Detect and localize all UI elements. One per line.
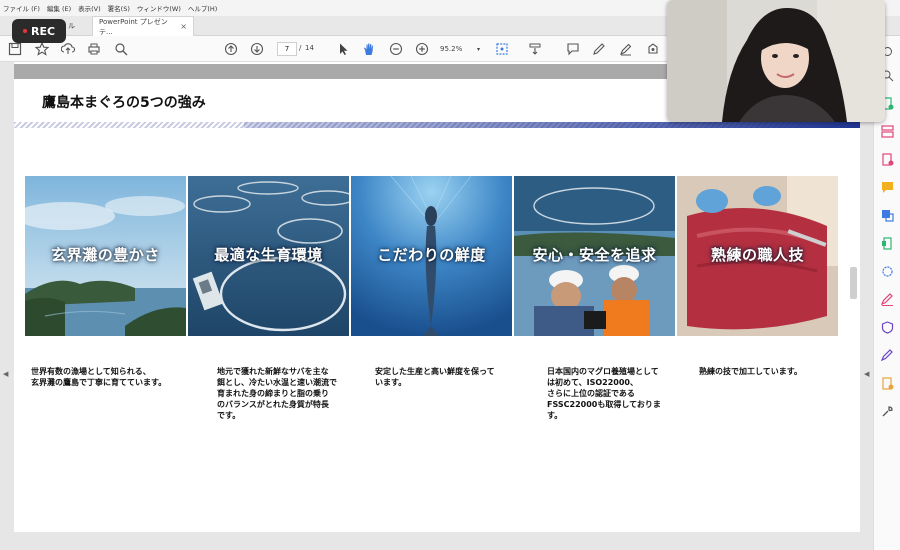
desc-line: 地元で獲れた新鮮なサバを主な — [217, 367, 329, 376]
panel-description-5: 熟練の技で加工しています。 — [699, 366, 839, 377]
menu-edit[interactable]: 編集 (E) — [47, 3, 71, 13]
page-separator: / — [299, 44, 302, 52]
menu-window[interactable]: ウィンドウ(W) — [137, 3, 181, 13]
tab-home-label: ル — [68, 22, 75, 30]
recording-badge: REC — [12, 19, 66, 43]
photo-workers: 安心・安全を追求 — [514, 176, 675, 336]
menu-sign[interactable]: 署名(S) — [108, 3, 130, 13]
desc-line: す。 — [547, 411, 563, 420]
select-cursor-icon[interactable] — [334, 40, 352, 58]
comment-tool-icon[interactable] — [880, 180, 895, 195]
photo-tuna-cutting: 熟練の職人技 — [677, 176, 838, 336]
zoom-out-icon[interactable] — [387, 40, 405, 58]
slide-title: 鷹島本まぐろの5つの強み — [42, 95, 206, 111]
panel-description-1: 世界有数の漁場として知られる、 玄界灘の鷹島で丁寧に育てています。 — [31, 366, 189, 388]
desc-line: 玄界灘の鷹島で丁寧に育てています。 — [31, 378, 167, 387]
page-fit-icon[interactable] — [493, 40, 511, 58]
panel-caption: 安心・安全を追求 — [532, 246, 657, 264]
menu-help[interactable]: ヘルプ(H) — [188, 3, 217, 13]
scan-icon[interactable] — [880, 264, 895, 279]
title-underline-accent — [244, 122, 860, 128]
recording-dot-icon — [22, 29, 27, 33]
desc-line: 育まれた身の締まりと脂の乗り — [217, 389, 329, 398]
photo-genkainada: 玄界灘の豊かさ — [25, 176, 186, 336]
desc-line: は初めて、ISO22000、 — [547, 378, 638, 387]
desc-line: 世界有数の漁場として知られる、 — [31, 367, 151, 376]
zoom-level-value: 95.2% — [440, 45, 463, 53]
desc-line: 餌とし、冷たい水温と速い潮流で — [217, 378, 337, 387]
desc-line: さらに上位の認証である — [547, 389, 635, 398]
panel-description-4: 日本国内のマグロ養殖場として は初めて、ISO22000、 さらに上位の認証であ… — [547, 366, 682, 421]
webcam-overlay — [667, 0, 885, 122]
photo-fish-pens: 最適な生育環境 — [188, 176, 349, 336]
scroll-mode-icon[interactable] — [526, 40, 544, 58]
desc-line: 安定した生産と高い鮮度を保って — [375, 367, 495, 376]
desc-line: 熟練の技で加工しています。 — [699, 367, 802, 376]
fill-sign-icon[interactable] — [880, 292, 895, 307]
search-icon[interactable] — [112, 40, 130, 58]
collapse-left-panel-icon[interactable]: ◀ — [3, 370, 8, 378]
menu-view[interactable]: 表示(V) — [78, 3, 101, 13]
collapse-right-panel-icon[interactable]: ◀ — [864, 370, 869, 378]
panel-description-3: 安定した生産と高い鮮度を保って います。 — [375, 366, 515, 388]
photo-underwater: こだわりの鮮度 — [351, 176, 512, 336]
tab-document[interactable]: PowerPoint プレゼンテ... × — [92, 16, 194, 36]
print-icon[interactable] — [85, 40, 103, 58]
certificate-icon[interactable] — [880, 348, 895, 363]
protect-icon[interactable] — [880, 320, 895, 335]
zoom-level-select[interactable]: 95.2% ▾ — [440, 42, 480, 56]
menu-file[interactable]: ファイル (F) — [3, 3, 40, 13]
panel-caption: こだわりの鮮度 — [377, 246, 486, 264]
panel-caption: 熟練の職人技 — [710, 246, 804, 264]
document-viewport[interactable]: 鷹島本まぐろの5つの強み 玄界灘の豊かさ 最適な生育環境 こだわりの鮮度 安心・… — [0, 62, 873, 550]
slide-page: 鷹島本まぐろの5つの強み 玄界灘の豊かさ 最適な生育環境 こだわりの鮮度 安心・… — [14, 62, 860, 532]
chevron-down-icon: ▾ — [476, 45, 480, 53]
desc-line: です。 — [217, 411, 241, 420]
stamp-tool-icon[interactable] — [880, 376, 895, 391]
zoom-in-icon[interactable] — [413, 40, 431, 58]
export-pdf-icon[interactable] — [880, 152, 895, 167]
page-total: 14 — [305, 44, 314, 52]
compress-icon[interactable] — [880, 236, 895, 251]
comment-icon[interactable] — [564, 40, 582, 58]
hand-tool-icon[interactable] — [360, 40, 378, 58]
more-tools-icon[interactable] — [880, 404, 895, 419]
desc-line: FSSC22000も取得しておりま — [547, 400, 661, 409]
panel-caption: 玄界灘の豊かさ — [51, 246, 160, 264]
sign-icon[interactable] — [617, 40, 635, 58]
page-up-icon[interactable] — [222, 40, 240, 58]
panel-caption: 最適な生育環境 — [214, 246, 323, 264]
desc-line: のバランスがとれた身質が特長 — [217, 400, 329, 409]
recording-label: REC — [30, 24, 56, 38]
panel-description-2: 地元で獲れた新鮮なサバを主な 餌とし、冷たい水温と速い潮流で 育まれた身の締まり… — [217, 366, 357, 421]
translate-icon[interactable] — [880, 208, 895, 223]
close-tab-icon[interactable]: × — [180, 22, 187, 31]
vertical-scrollbar-thumb[interactable] — [850, 267, 857, 299]
page-down-icon[interactable] — [248, 40, 266, 58]
stamp-icon[interactable] — [644, 40, 662, 58]
desc-line: います。 — [375, 378, 407, 387]
organize-pages-icon[interactable] — [880, 124, 895, 139]
page-number-input[interactable]: 7 — [277, 42, 297, 56]
desc-line: 日本国内のマグロ養殖場として — [547, 367, 659, 376]
tab-document-label: PowerPoint プレゼンテ... — [99, 17, 168, 36]
pen-icon[interactable] — [590, 40, 608, 58]
